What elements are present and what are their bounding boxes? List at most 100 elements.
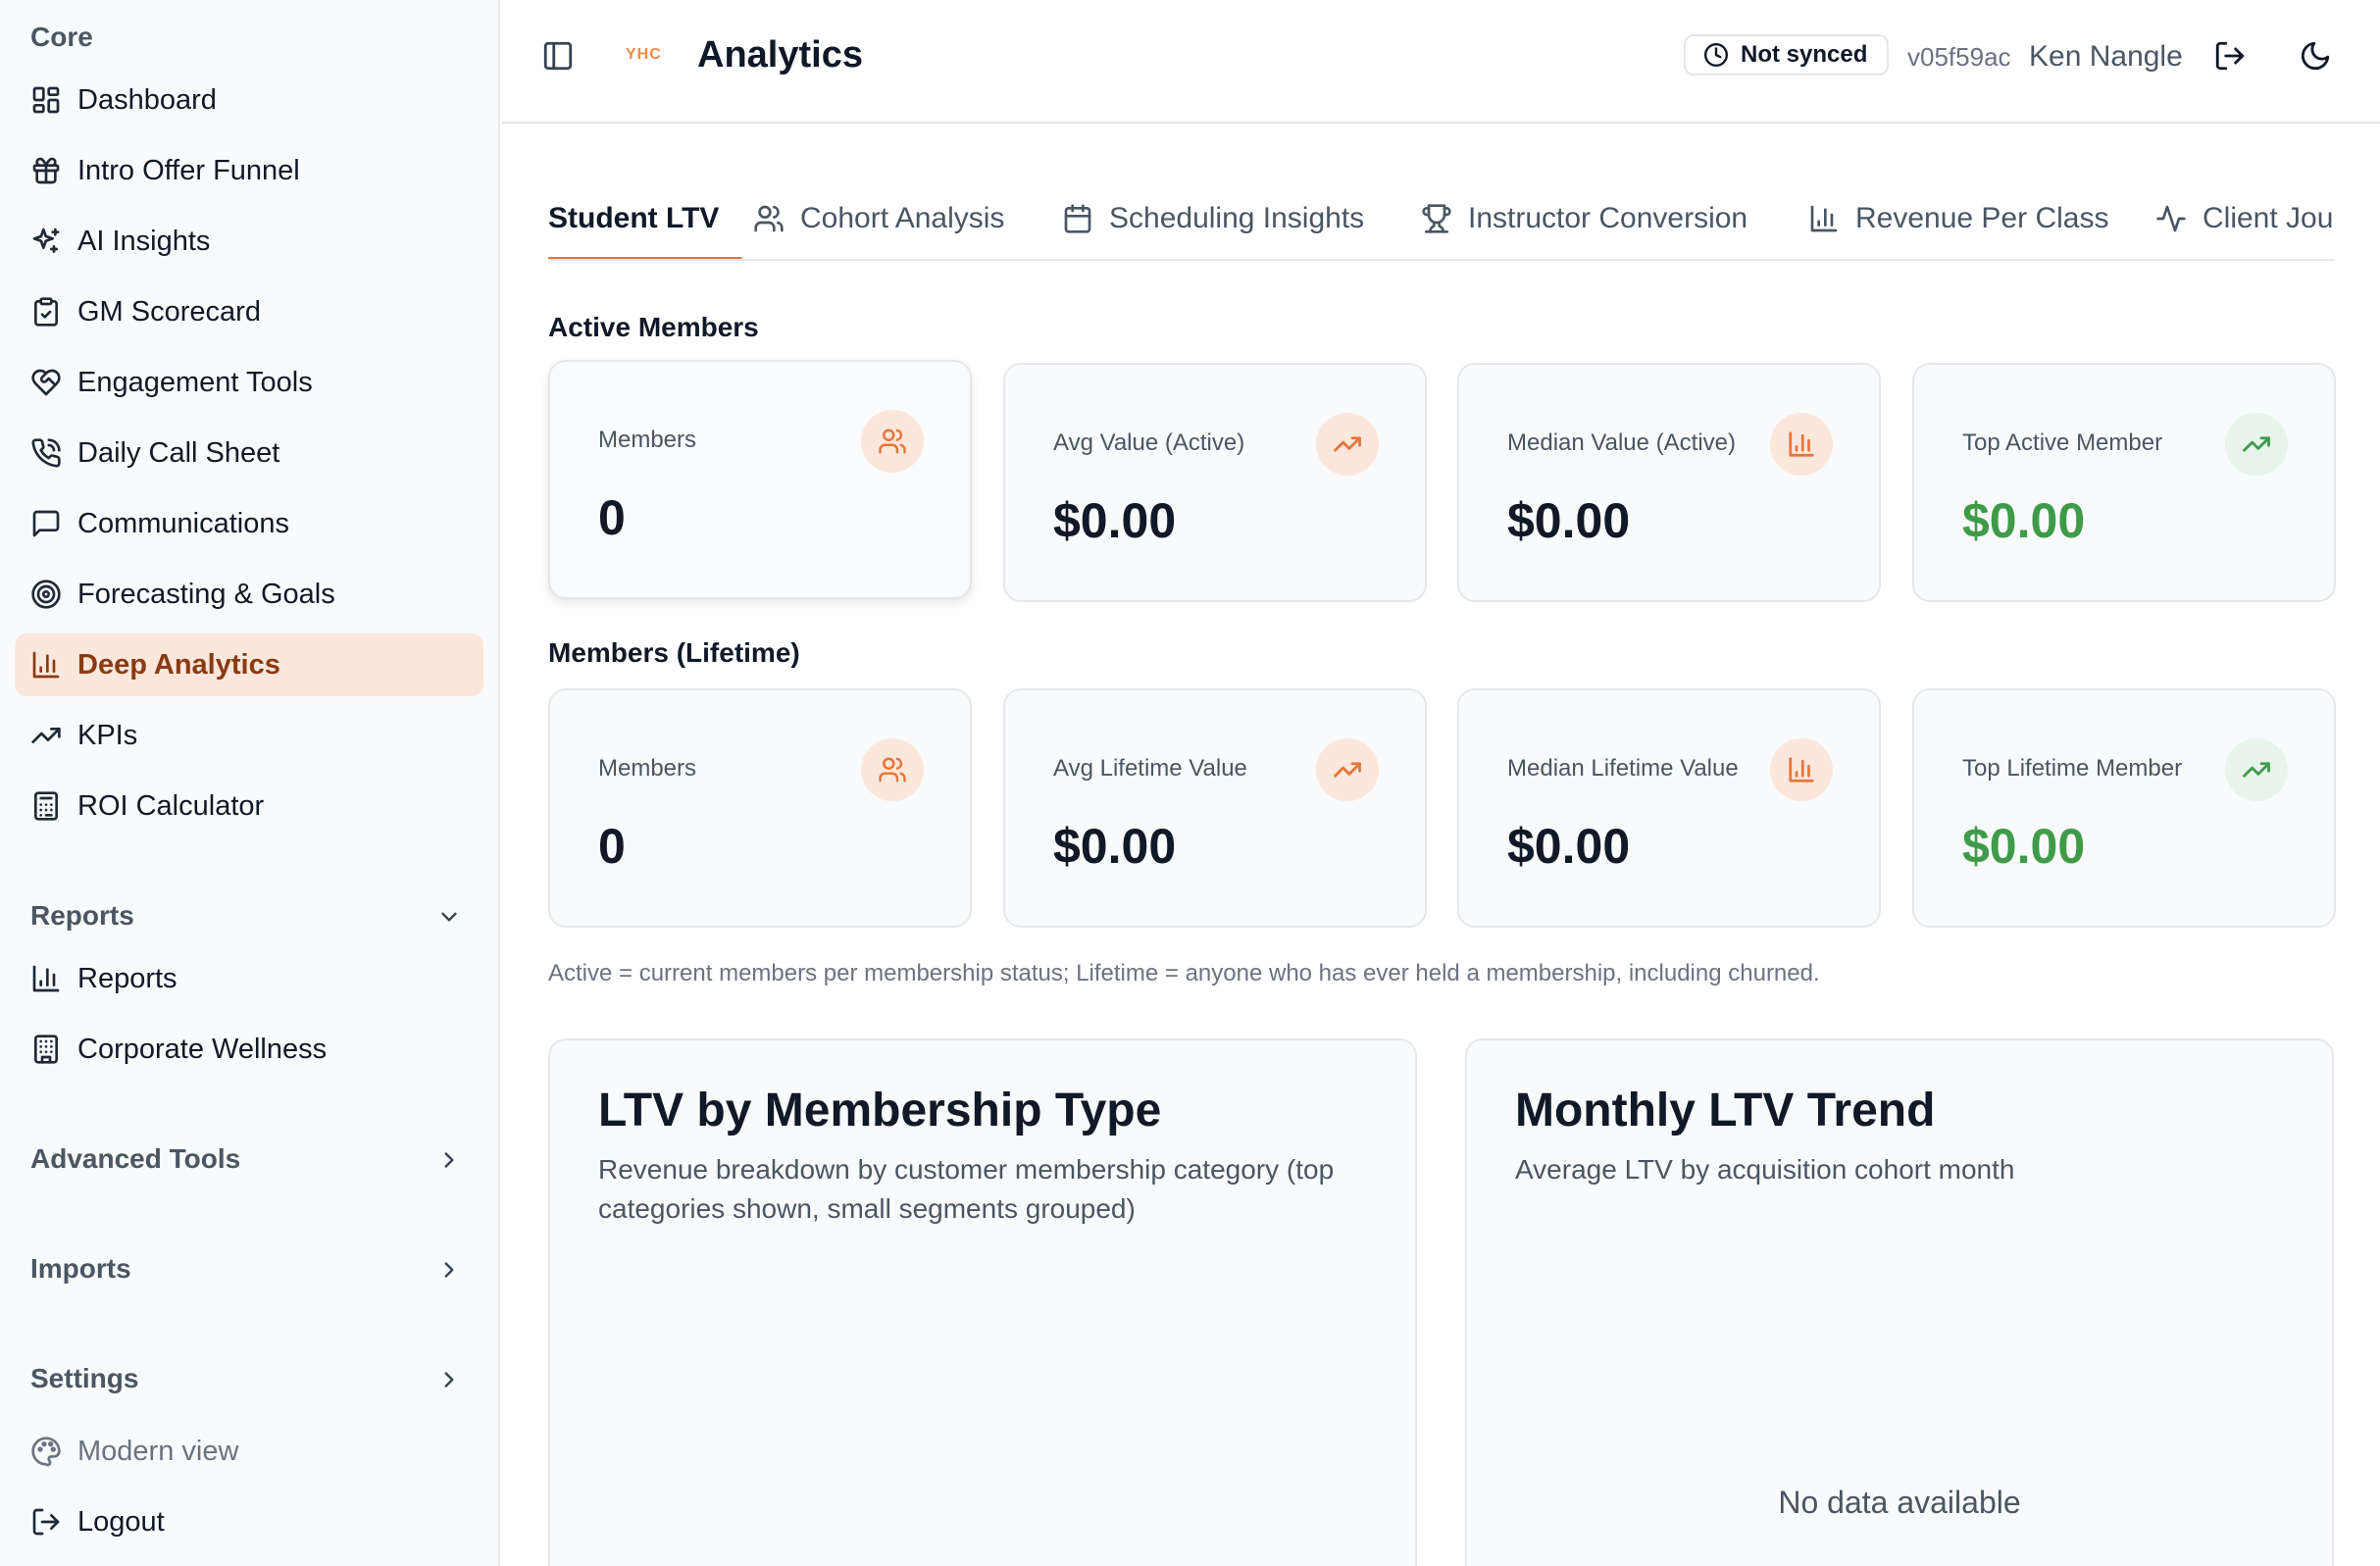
users-icon <box>754 205 784 232</box>
message-square-icon <box>32 510 60 537</box>
tab-scheduling-insights[interactable]: Scheduling Insights <box>1062 177 1365 259</box>
calculator-icon <box>34 791 58 821</box>
sidebar-item-reports[interactable]: Reports <box>15 947 483 1010</box>
layout-dashboard-icon <box>32 86 60 114</box>
sidebar-item-communications[interactable]: Communications <box>15 492 483 555</box>
stat-card-avg-value-active: Avg Value (Active) $0.00 <box>1003 363 1427 602</box>
stat-label: Median Value (Active) <box>1507 429 1736 456</box>
sidebar-item-label: KPIs <box>77 719 138 751</box>
tab-label: Student LTV <box>548 202 720 234</box>
chevron-right-icon <box>444 1262 454 1278</box>
sidebar-item-forecasting-goals[interactable]: Forecasting & Goals <box>15 563 483 626</box>
sidebar-item-label: Daily Call Sheet <box>77 436 280 469</box>
stat-icon-badge <box>1316 413 1379 476</box>
ltv-definition-note: Active = current members per membership … <box>548 960 1820 986</box>
calendar-icon <box>1064 204 1091 233</box>
stat-label: Top Active Member <box>1962 429 2163 456</box>
sidebar-item-label: Corporate Wellness <box>77 1033 328 1065</box>
sidebar-item-label: GM Scorecard <box>77 295 261 328</box>
empty-state-message: No data available <box>1778 1485 2021 1520</box>
sidebar-section-settings[interactable]: Settings <box>30 1363 481 1394</box>
sidebar-item-daily-call-sheet[interactable]: Daily Call Sheet <box>15 422 483 484</box>
sidebar-item-roi-calculator[interactable]: ROI Calculator <box>15 775 483 837</box>
stat-icon-badge <box>861 738 924 801</box>
bar-chart-icon <box>1789 757 1814 783</box>
bar-chart-icon <box>1810 205 1838 232</box>
sidebar-item-engagement-tools[interactable]: Engagement Tools <box>15 351 483 414</box>
sidebar: Core Dashboard Intro Offer Funnel AI Ins… <box>0 0 500 1566</box>
version-label: v05f59ac <box>1907 42 2011 72</box>
trophy-icon <box>1422 204 1451 233</box>
stat-value: $0.00 <box>1053 493 1177 548</box>
sidebar-item-label: Modern view <box>77 1435 239 1467</box>
sidebar-item-label: Intro Offer Funnel <box>77 154 300 186</box>
stat-label: Top Lifetime Member <box>1962 755 2183 782</box>
tab-client-journey[interactable]: Client Journey <box>2155 177 2335 259</box>
stat-icon-badge <box>2225 738 2288 801</box>
sidebar-section-imports[interactable]: Imports <box>30 1253 481 1285</box>
tab-cohort-analysis[interactable]: Cohort Analysis <box>753 177 1005 259</box>
sidebar-item-label: Dashboard <box>77 83 217 116</box>
sidebar-item-deep-analytics[interactable]: Deep Analytics <box>15 633 483 696</box>
sidebar-item-gm-scorecard[interactable]: GM Scorecard <box>15 280 483 343</box>
stat-value: $0.00 <box>1962 493 2086 548</box>
log-out-icon <box>32 1508 60 1536</box>
sidebar-item-corporate-wellness[interactable]: Corporate Wellness <box>15 1018 483 1081</box>
tab-label: Revenue Per Class <box>1855 202 2109 234</box>
sidebar-section-reports[interactable]: Reports <box>30 900 481 932</box>
stat-icon-badge <box>1770 738 1833 801</box>
stat-value: $0.00 <box>1507 819 1631 874</box>
stat-icon-badge <box>861 410 924 473</box>
stat-value: $0.00 <box>1962 819 2086 874</box>
monthly-ltv-trend-card: Monthly LTV Trend Average LTV by acquisi… <box>1465 1038 2334 1566</box>
tab-label: Scheduling Insights <box>1109 202 1365 234</box>
sidebar-item-intro-offer-funnel[interactable]: Intro Offer Funnel <box>15 139 483 202</box>
sidebar-item-modern-view[interactable]: Modern view <box>15 1420 483 1483</box>
sidebar-item-dashboard[interactable]: Dashboard <box>15 69 483 131</box>
page-title: Analytics <box>697 34 863 76</box>
sidebar-item-label: Deep Analytics <box>77 648 280 681</box>
tab-label: Client Journey <box>2203 202 2335 234</box>
users-icon <box>879 757 906 783</box>
sidebar-item-ai-insights[interactable]: AI Insights <box>15 210 483 273</box>
sidebar-section-core: Core <box>30 22 93 52</box>
user-name: Ken Nangle <box>2029 40 2183 73</box>
stat-card-lifetime-members: Members 0 <box>548 688 972 928</box>
stat-card-top-active-member: Top Active Member $0.00 <box>1912 363 2336 602</box>
sidebar-item-label: Logout <box>77 1505 165 1538</box>
stat-icon-badge <box>2225 413 2288 476</box>
sidebar-toggle-icon[interactable] <box>541 39 575 73</box>
target-icon <box>31 580 61 609</box>
tab-label: Instructor Conversion <box>1468 202 1748 234</box>
bar-chart-icon <box>1789 431 1814 457</box>
chevron-down-icon <box>441 912 457 922</box>
stat-card-active-members: Members 0 <box>548 360 972 599</box>
tab-revenue-per-class[interactable]: Revenue Per Class <box>1808 177 2109 259</box>
stat-label: Avg Lifetime Value <box>1053 755 1247 782</box>
top-header: YHC Analytics Not synced v05f59ac Ken Na… <box>502 0 2380 124</box>
chart-title: LTV by Membership Type <box>598 1085 1162 1137</box>
sync-status-label: Not synced <box>1741 41 1868 68</box>
sidebar-item-kpis[interactable]: KPIs <box>15 704 483 767</box>
stat-label: Avg Value (Active) <box>1053 429 1245 456</box>
log-out-icon[interactable] <box>2213 39 2247 73</box>
active-members-heading: Active Members <box>548 312 759 342</box>
stat-icon-badge <box>1770 413 1833 476</box>
phone-call-icon <box>31 438 61 468</box>
stat-label: Members <box>598 755 697 782</box>
trending-up-icon <box>2243 762 2270 778</box>
tab-instructor-conversion[interactable]: Instructor Conversion <box>1421 177 1748 259</box>
building-icon <box>34 1035 58 1064</box>
brand-logo: YHC <box>626 46 662 63</box>
moon-icon[interactable] <box>2299 39 2332 73</box>
heart-handshake-icon <box>31 369 61 396</box>
sidebar-item-logout[interactable]: Logout <box>15 1490 483 1553</box>
gift-icon <box>32 157 60 184</box>
bar-chart-icon <box>32 651 60 679</box>
sidebar-section-advanced-tools[interactable]: Advanced Tools <box>30 1143 481 1175</box>
clock-icon <box>1703 42 1729 68</box>
sync-status-badge[interactable]: Not synced <box>1684 34 1890 76</box>
tab-label: Cohort Analysis <box>800 202 1005 234</box>
tab-student-ltv[interactable]: Student LTV <box>548 177 743 259</box>
chevron-right-icon <box>444 1372 454 1388</box>
